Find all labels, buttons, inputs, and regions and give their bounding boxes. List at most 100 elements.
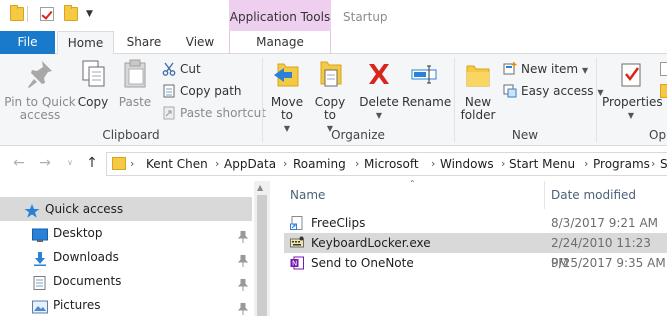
new-folder-button[interactable]: New folder (458, 58, 498, 122)
address-bar[interactable]: › Kent Chen › AppData › Roaming › Micros… (106, 152, 667, 176)
new-item-label: New item (521, 62, 579, 76)
pin-icon[interactable] (237, 227, 249, 243)
breadcrumb-item[interactable]: Microsoft (364, 153, 419, 175)
nav-item-desktop[interactable]: Desktop (0, 221, 252, 245)
breadcrumb-separator[interactable]: › (355, 153, 359, 175)
easy-access-icon (503, 84, 517, 98)
tab-share[interactable]: Share (119, 31, 169, 54)
breadcrumb-separator[interactable]: › (584, 153, 588, 175)
nav-item-label: Documents (53, 274, 122, 288)
pin-icon[interactable] (237, 299, 249, 315)
sort-ascending-icon: ⌃ (409, 179, 416, 188)
column-header-name[interactable]: Name (290, 184, 325, 206)
scroll-up-icon[interactable]: ▲ (257, 183, 263, 192)
paste-button[interactable]: Paste (117, 58, 153, 109)
download-icon (32, 250, 48, 266)
breadcrumb-separator[interactable]: › (130, 153, 134, 175)
copy-to-label: Copy to (314, 95, 346, 122)
cut-label: Cut (180, 62, 201, 76)
ribbon: Pin to Quick access Copy Paste Cut Copy … (0, 54, 667, 146)
nav-item-label: Downloads (53, 250, 119, 264)
up-arrow-icon[interactable]: ↑ (83, 153, 101, 173)
file-row[interactable]: N Send to OneNote 9/25/2017 9:35 AM (284, 253, 667, 273)
new-item-dropdown-icon: ▼ (581, 66, 589, 75)
properties-button[interactable]: Properties ▼ (602, 58, 663, 122)
nav-item-documents[interactable]: Documents (0, 269, 252, 293)
breadcrumb-separator[interactable]: › (431, 153, 435, 175)
group-separator (596, 58, 597, 142)
breadcrumb-item[interactable]: Programs (593, 153, 650, 175)
recent-locations-icon[interactable]: ∨ (61, 153, 79, 173)
column-header-date-modified[interactable]: Date modified (551, 184, 636, 206)
easy-access-button[interactable]: Easy access ▼ (503, 82, 604, 100)
file-row[interactable]: KeyboardLocker.exe 2/24/2010 11:23 PM (284, 233, 667, 270)
breadcrumb-separator[interactable]: › (215, 153, 219, 175)
move-to-icon (272, 58, 302, 90)
breadcrumb-separator[interactable]: › (501, 153, 505, 175)
onenote-icon: N (290, 256, 304, 270)
new-item-icon (503, 62, 517, 76)
clipboard-group-label: Clipboard (102, 128, 160, 142)
pin-icon[interactable] (237, 251, 249, 267)
column-divider[interactable] (544, 181, 545, 209)
move-to-button[interactable]: Move to ▼ (268, 58, 306, 135)
new-folder-label: New folder (460, 95, 496, 122)
copy-button[interactable]: Copy (76, 58, 110, 109)
organize-group-label: Organize (331, 128, 385, 142)
nav-pane-scrollbar[interactable]: ▲ (254, 181, 270, 316)
properties-check-icon[interactable] (40, 7, 54, 21)
folder-icon[interactable] (10, 5, 24, 21)
nav-item-pictures[interactable]: Pictures (0, 293, 252, 316)
tab-home[interactable]: Home (57, 31, 114, 55)
edit-icon[interactable] (660, 84, 667, 98)
file-row[interactable]: FreeClips 8/3/2017 9:21 AM (284, 213, 667, 233)
title-bar: ▼ Application Tools Startup (0, 0, 667, 31)
paste-shortcut-button[interactable]: Paste shortcut (162, 104, 266, 122)
easy-access-label: Easy access (521, 84, 594, 98)
pin-icon[interactable] (237, 275, 249, 291)
breadcrumb-item[interactable]: Windows (440, 153, 494, 175)
forward-arrow-icon[interactable]: → (36, 153, 54, 173)
pin-to-quick-access-label: Pin to Quick access (4, 95, 76, 122)
shortcut-icon (290, 216, 304, 230)
nav-item-downloads[interactable]: Downloads (0, 245, 252, 269)
scissors-icon (162, 62, 176, 76)
tab-file[interactable]: File (0, 31, 55, 54)
delete-button[interactable]: Delete ▼ (358, 58, 400, 122)
cut-button[interactable]: Cut (162, 60, 201, 78)
open-icon[interactable] (660, 62, 667, 76)
new-item-button[interactable]: New item ▼ (503, 60, 588, 78)
breadcrumb-item[interactable]: S (660, 153, 667, 175)
paste-shortcut-icon (162, 106, 176, 120)
breadcrumb-item[interactable]: Kent Chen (146, 153, 208, 175)
nav-item-label: Pictures (53, 298, 101, 312)
breadcrumb-item[interactable]: Roaming (293, 153, 346, 175)
navigation-bar: ← → ∨ ↑ › Kent Chen › AppData › Roaming … (0, 147, 667, 181)
file-name: FreeClips (311, 216, 366, 230)
nav-item-label: Desktop (53, 226, 103, 240)
copy-to-button[interactable]: Copy to ▼ (311, 58, 349, 135)
nav-item-quick-access[interactable]: Quick access (0, 197, 252, 221)
pin-to-quick-access-button[interactable]: Pin to Quick access (4, 58, 76, 122)
breadcrumb-item[interactable]: AppData (224, 153, 276, 175)
rename-button[interactable]: Rename (402, 58, 452, 109)
rename-label: Rename (402, 95, 452, 109)
breadcrumb-separator[interactable]: › (283, 153, 287, 175)
scrollbar-thumb[interactable] (257, 195, 267, 316)
paste-shortcut-label: Paste shortcut (180, 106, 266, 120)
tab-view[interactable]: View (178, 31, 222, 54)
breadcrumb-item[interactable]: Start Menu (509, 153, 575, 175)
breadcrumb-separator[interactable]: › (651, 153, 655, 175)
window-title: Startup (343, 10, 388, 24)
new-folder-icon[interactable] (64, 5, 78, 21)
back-arrow-icon[interactable]: ← (10, 153, 28, 173)
delete-dropdown-icon: ▼ (375, 111, 383, 120)
properties-label: Properties (602, 95, 663, 109)
paste-label: Paste (118, 95, 152, 109)
file-date-modified: 8/3/2017 9:21 AM (551, 216, 659, 230)
new-group-label: New (511, 128, 539, 142)
pictures-icon (32, 298, 48, 314)
tab-manage[interactable]: Manage (229, 31, 331, 54)
customize-quick-access-icon[interactable]: ▼ (86, 9, 93, 19)
copy-path-button[interactable]: Copy path (162, 82, 242, 100)
